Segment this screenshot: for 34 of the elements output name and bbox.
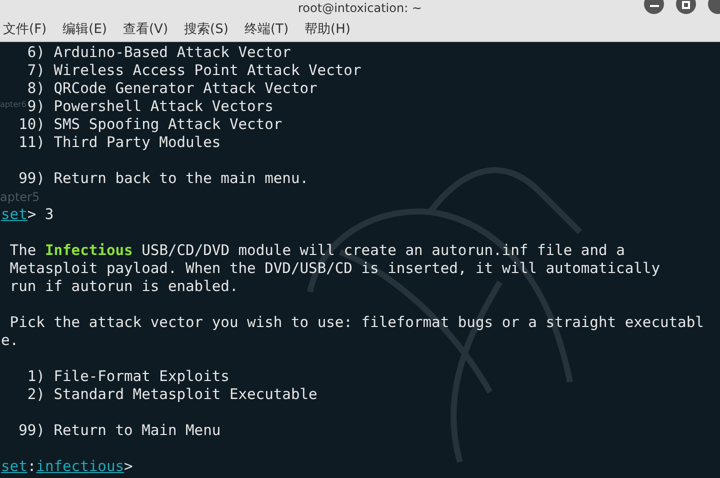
terminal-text: 6) Arduino-Based Attack Vector	[27, 44, 291, 61]
prompt-text: infectious	[36, 458, 124, 475]
menu-item[interactable]: 编辑(E)	[62, 20, 107, 38]
terminal-text: run if autorun is enabled.	[10, 278, 238, 295]
terminal-text: Pick the attack vector you wish to use: fileformat bugs or a straight executabl	[10, 314, 704, 331]
highlighted-text: Infectious	[44, 242, 133, 259]
terminal-text: 99) Return back to the main menu.	[18, 170, 309, 187]
terminal-text: USB/CD/DVD module will create an autorun.inf file and a	[142, 242, 625, 259]
menu-item[interactable]: 帮助(H)	[304, 20, 350, 38]
terminal-text: 9) Powershell Attack Vectors	[27, 98, 274, 115]
prompt-text: set	[1, 206, 28, 223]
terminal-text: > 3	[27, 206, 54, 223]
terminal-text: 7) Wireless Access Point Attack Vector	[27, 62, 362, 79]
terminal-text: 8) QRCode Generator Attack Vector	[27, 80, 318, 97]
terminal-text: Metasploit payload. When the DVD/USB/CD is inserted, it will automatically	[10, 260, 660, 277]
menu-item[interactable]: 终端(T)	[244, 20, 289, 38]
terminal-text: 1) File-Format Exploits	[27, 368, 230, 385]
minimize-icon[interactable]	[644, 0, 664, 14]
terminal-text: 10) SMS Spoofing Attack Vector	[18, 116, 282, 133]
prompt-text: set	[1, 458, 28, 475]
terminal-text: :	[27, 458, 36, 475]
desktop-label: apter5	[0, 190, 40, 204]
terminal-text: 11) Third Party Modules	[18, 134, 221, 151]
terminal-text: The	[10, 242, 38, 259]
menu-item[interactable]: 搜索(S)	[184, 20, 228, 38]
menu-item[interactable]: 查看(V)	[122, 20, 168, 38]
desktop-label: apter6	[0, 100, 26, 110]
window-title: root@intoxication: ~	[298, 1, 422, 15]
terminal-text: >	[124, 458, 133, 475]
terminal-text: 2) Standard Metasploit Executable	[27, 386, 318, 403]
terminal-text: 99) Return to Main Menu	[18, 422, 221, 439]
maximize-icon[interactable]	[676, 0, 696, 14]
menu-item[interactable]: 文件(F)	[3, 20, 47, 38]
terminal-text: e.	[1, 332, 19, 349]
